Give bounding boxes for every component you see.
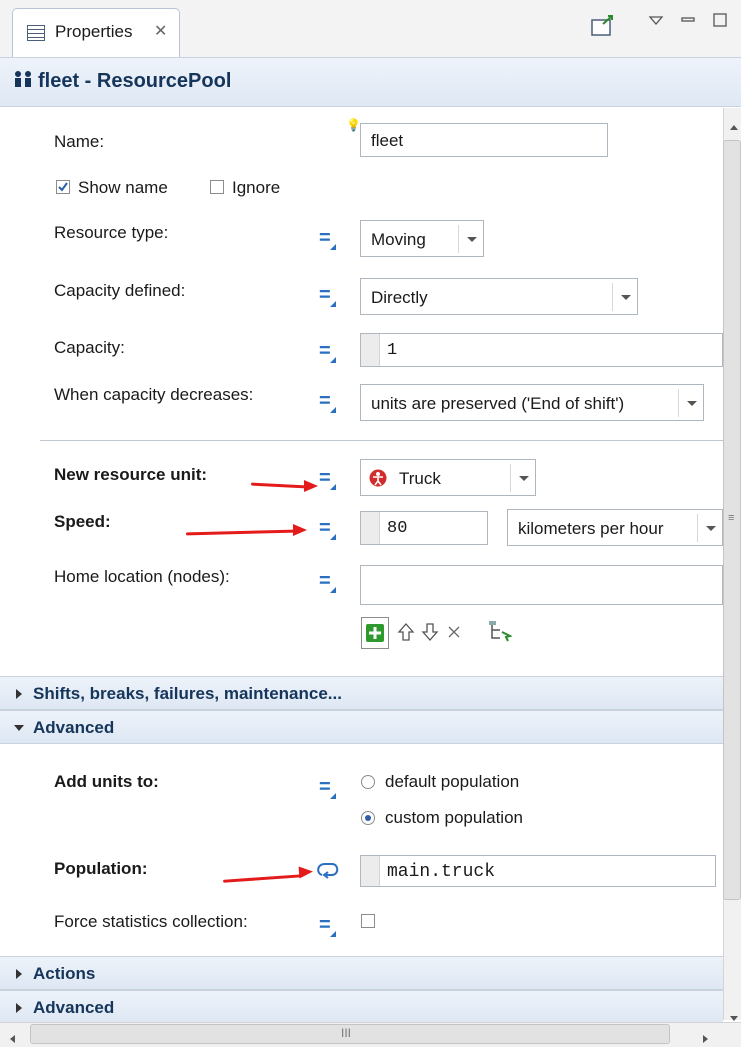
scroll-left-icon[interactable] [8, 1029, 16, 1049]
force-stats-label: Force statistics collection: [54, 912, 248, 931]
maximize-icon[interactable] [712, 12, 728, 33]
capacity-defined-select[interactable]: Directly [360, 278, 638, 315]
custom-population-label: custom population [385, 808, 523, 827]
default-population-label: default population [385, 772, 520, 791]
properties-header: fleet - ResourcePool [0, 58, 741, 107]
static-value-icon[interactable]: = [319, 914, 336, 937]
divider [40, 440, 723, 441]
annotation-arrow [250, 482, 308, 489]
static-value-icon[interactable]: = [319, 340, 336, 363]
scroll-right-icon[interactable] [702, 1029, 710, 1049]
custom-population-radio[interactable] [361, 811, 375, 825]
chevron-down-icon [697, 514, 722, 542]
population-input[interactable]: main.truck [360, 855, 716, 887]
capacity-decreases-select[interactable]: units are preserved ('End of shift') [360, 384, 704, 421]
speed-input[interactable]: 80 [360, 511, 488, 545]
name-label: Name: [54, 132, 105, 151]
tab-label: Properties [55, 22, 133, 41]
resource-type-select[interactable]: Moving [360, 220, 484, 257]
scroll-grip-label: III [341, 1026, 352, 1040]
add-item-button[interactable] [361, 617, 389, 649]
resource-pool-icon [12, 70, 34, 93]
chevron-down-icon [458, 225, 483, 253]
expand-arrow-icon [16, 1003, 22, 1013]
close-tab-icon[interactable]: ✕ [154, 21, 167, 41]
static-value-icon[interactable]: = [319, 517, 336, 540]
show-name-checkbox[interactable] [56, 180, 70, 194]
resource-type-label: Resource type: [54, 223, 169, 242]
home-location-label: Home location (nodes): [54, 567, 230, 586]
default-population-radio[interactable] [361, 775, 375, 789]
editor-gutter [361, 334, 380, 366]
static-value-icon[interactable]: = [319, 390, 336, 413]
capacity-decreases-label: When capacity decreases: [54, 385, 254, 404]
scroll-up-icon[interactable] [729, 116, 739, 136]
editor-gutter [361, 856, 380, 886]
page-title: fleet - ResourcePool [38, 70, 232, 92]
minimize-icon[interactable] [680, 12, 696, 33]
properties-icon [27, 25, 45, 41]
population-label: Population: [54, 859, 148, 878]
section-shifts[interactable]: Shifts, breaks, failures, maintenance... [0, 676, 723, 710]
section-actions[interactable]: Actions [0, 956, 723, 990]
dynamic-value-icon[interactable] [316, 861, 340, 886]
static-value-icon[interactable]: = [319, 467, 336, 490]
static-value-icon[interactable]: = [319, 227, 336, 250]
hint-bulb-icon: 💡 [346, 118, 361, 132]
view-menu-icon[interactable] [648, 12, 664, 33]
name-input[interactable]: fleet [360, 123, 608, 157]
ignore-label: Ignore [232, 178, 281, 197]
speed-label: Speed: [54, 512, 111, 531]
tab-properties[interactable]: Properties ✕ [12, 8, 180, 57]
expand-arrow-icon [16, 969, 22, 979]
section-advanced-2[interactable]: Advanced [0, 990, 723, 1024]
static-value-icon[interactable]: = [319, 570, 336, 593]
force-stats-checkbox[interactable] [361, 914, 375, 928]
add-units-label: Add units to: [54, 772, 159, 791]
capacity-label: Capacity: [54, 338, 125, 357]
scroll-grip-icon: ≡ [728, 512, 735, 524]
annotation-arrow-head [304, 480, 318, 492]
move-up-icon[interactable] [397, 622, 415, 647]
new-resource-unit-select[interactable]: Truck [360, 459, 536, 496]
section-advanced[interactable]: Advanced [0, 710, 723, 744]
home-location-list[interactable] [360, 565, 723, 605]
truck-agent-icon [369, 469, 387, 492]
capacity-defined-label: Capacity defined: [54, 281, 186, 300]
chevron-down-icon [678, 389, 703, 417]
ignore-checkbox[interactable] [210, 180, 224, 194]
move-down-icon[interactable] [421, 622, 439, 647]
pin-editor-icon[interactable] [590, 14, 616, 43]
chevron-down-icon [510, 464, 535, 492]
choose-from-model-icon[interactable] [488, 620, 513, 647]
editor-gutter [361, 512, 380, 544]
annotation-arrow-head [298, 865, 314, 879]
remove-item-icon[interactable] [446, 624, 462, 645]
static-value-icon[interactable]: = [319, 776, 336, 799]
annotation-arrow-head [293, 524, 307, 536]
capacity-input[interactable]: 1 [360, 333, 723, 367]
show-name-label: Show name [78, 178, 168, 197]
new-resource-unit-label: New resource unit: [54, 465, 208, 484]
annotation-arrow [222, 874, 304, 883]
collapse-arrow-icon [14, 725, 24, 731]
speed-unit-select[interactable]: kilometers per hour [507, 509, 723, 546]
expand-arrow-icon [16, 689, 22, 699]
static-value-icon[interactable]: = [319, 284, 336, 307]
chevron-down-icon [612, 283, 637, 311]
annotation-arrow [185, 529, 297, 536]
